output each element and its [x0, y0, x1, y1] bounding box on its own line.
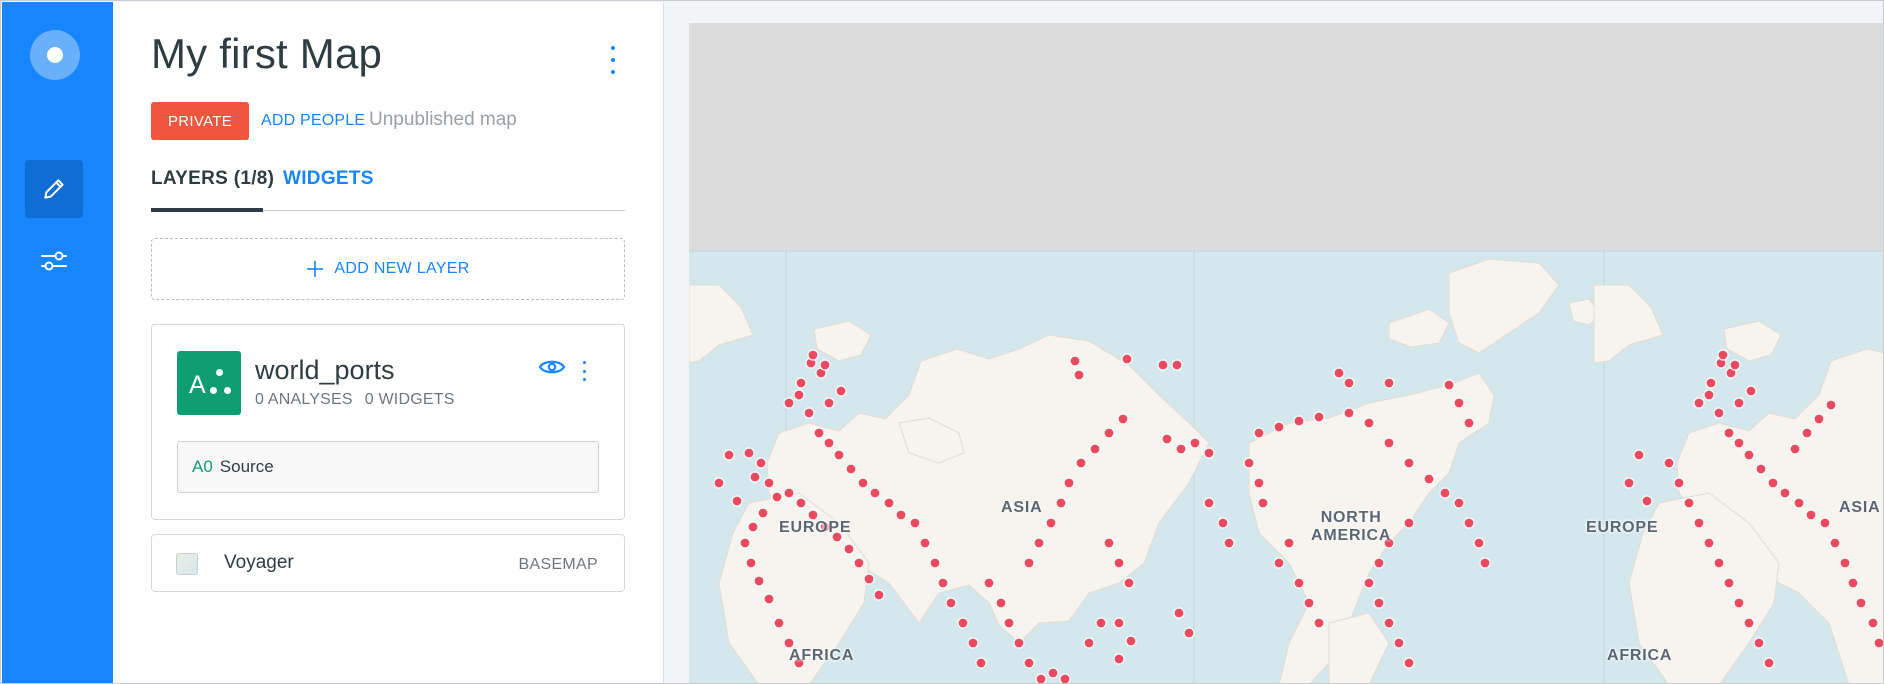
source-node-label: Source: [219, 457, 274, 476]
add-new-layer-button[interactable]: ADD NEW LAYER: [151, 238, 625, 300]
layer-widgets-count: 0 WIDGETS: [364, 391, 455, 408]
basemap-name: Voyager: [224, 552, 294, 573]
add-people-link[interactable]: ADD PEOPLE: [261, 112, 365, 130]
layer-badge-dot: [224, 387, 231, 394]
map-canvas[interactable]: EUROPE ASIA NORTH AMERICA EUROPE ASIA AF…: [689, 23, 1884, 684]
map-options-kebab-icon[interactable]: [607, 46, 619, 74]
map-empty-area: [689, 23, 1883, 251]
visibility-eye-icon[interactable]: [538, 357, 566, 377]
map-label-asia: ASIA: [1001, 499, 1043, 516]
app-window: My first Map PRIVATE ADD PEOPLE Unpublis…: [0, 0, 1884, 684]
layer-badge: A: [177, 351, 241, 415]
world-map[interactable]: [689, 23, 1884, 684]
layer-card[interactable]: A world_ports 0 ANALYSES 0 WIDGETS A0 Sou…: [151, 324, 625, 520]
layer-badge-dot: [216, 369, 223, 376]
layer-badge-dot: [210, 387, 217, 394]
map-label-north-america: NORTH AMERICA: [1311, 509, 1392, 544]
sliders-icon[interactable]: [25, 232, 83, 290]
layer-badge-letter: A: [189, 371, 206, 399]
map-label-asia: ASIA: [1839, 499, 1881, 516]
privacy-badge[interactable]: PRIVATE: [151, 102, 249, 140]
basemap-thumbnail: [176, 553, 198, 575]
map-title[interactable]: My first Map: [151, 30, 382, 78]
plus-icon: [307, 261, 324, 277]
edit-pencil-icon[interactable]: [25, 160, 83, 218]
panel-tabs: LAYERS (1/8) WIDGETS: [151, 164, 625, 212]
tab-widgets[interactable]: WIDGETS: [283, 168, 374, 190]
basemap-card[interactable]: Voyager BASEMAP: [151, 534, 625, 592]
publish-status: Unpublished map: [369, 109, 517, 130]
tab-layers[interactable]: LAYERS (1/8): [151, 168, 274, 190]
source-node-id: A0: [192, 457, 213, 476]
map-label-europe: EUROPE: [779, 519, 852, 536]
layer-analyses-count: 0 ANALYSES: [255, 391, 353, 408]
map-label-africa: AFRICA: [789, 647, 855, 664]
map-label-africa: AFRICA: [1607, 647, 1673, 664]
builder-logo-icon[interactable]: [30, 30, 80, 80]
layer-options-kebab-icon[interactable]: [580, 361, 588, 381]
active-tab-indicator: [151, 208, 263, 212]
layer-source-node[interactable]: A0 Source: [177, 441, 599, 493]
editor-panel: My first Map PRIVATE ADD PEOPLE Unpublis…: [113, 2, 664, 683]
layer-meta: 0 ANALYSES 0 WIDGETS: [255, 391, 455, 409]
add-new-layer-label: ADD NEW LAYER: [334, 260, 470, 277]
basemap-tag: BASEMAP: [518, 556, 598, 573]
map-label-europe: EUROPE: [1586, 519, 1659, 536]
layer-name[interactable]: world_ports: [255, 355, 395, 386]
left-rail: [2, 2, 113, 683]
